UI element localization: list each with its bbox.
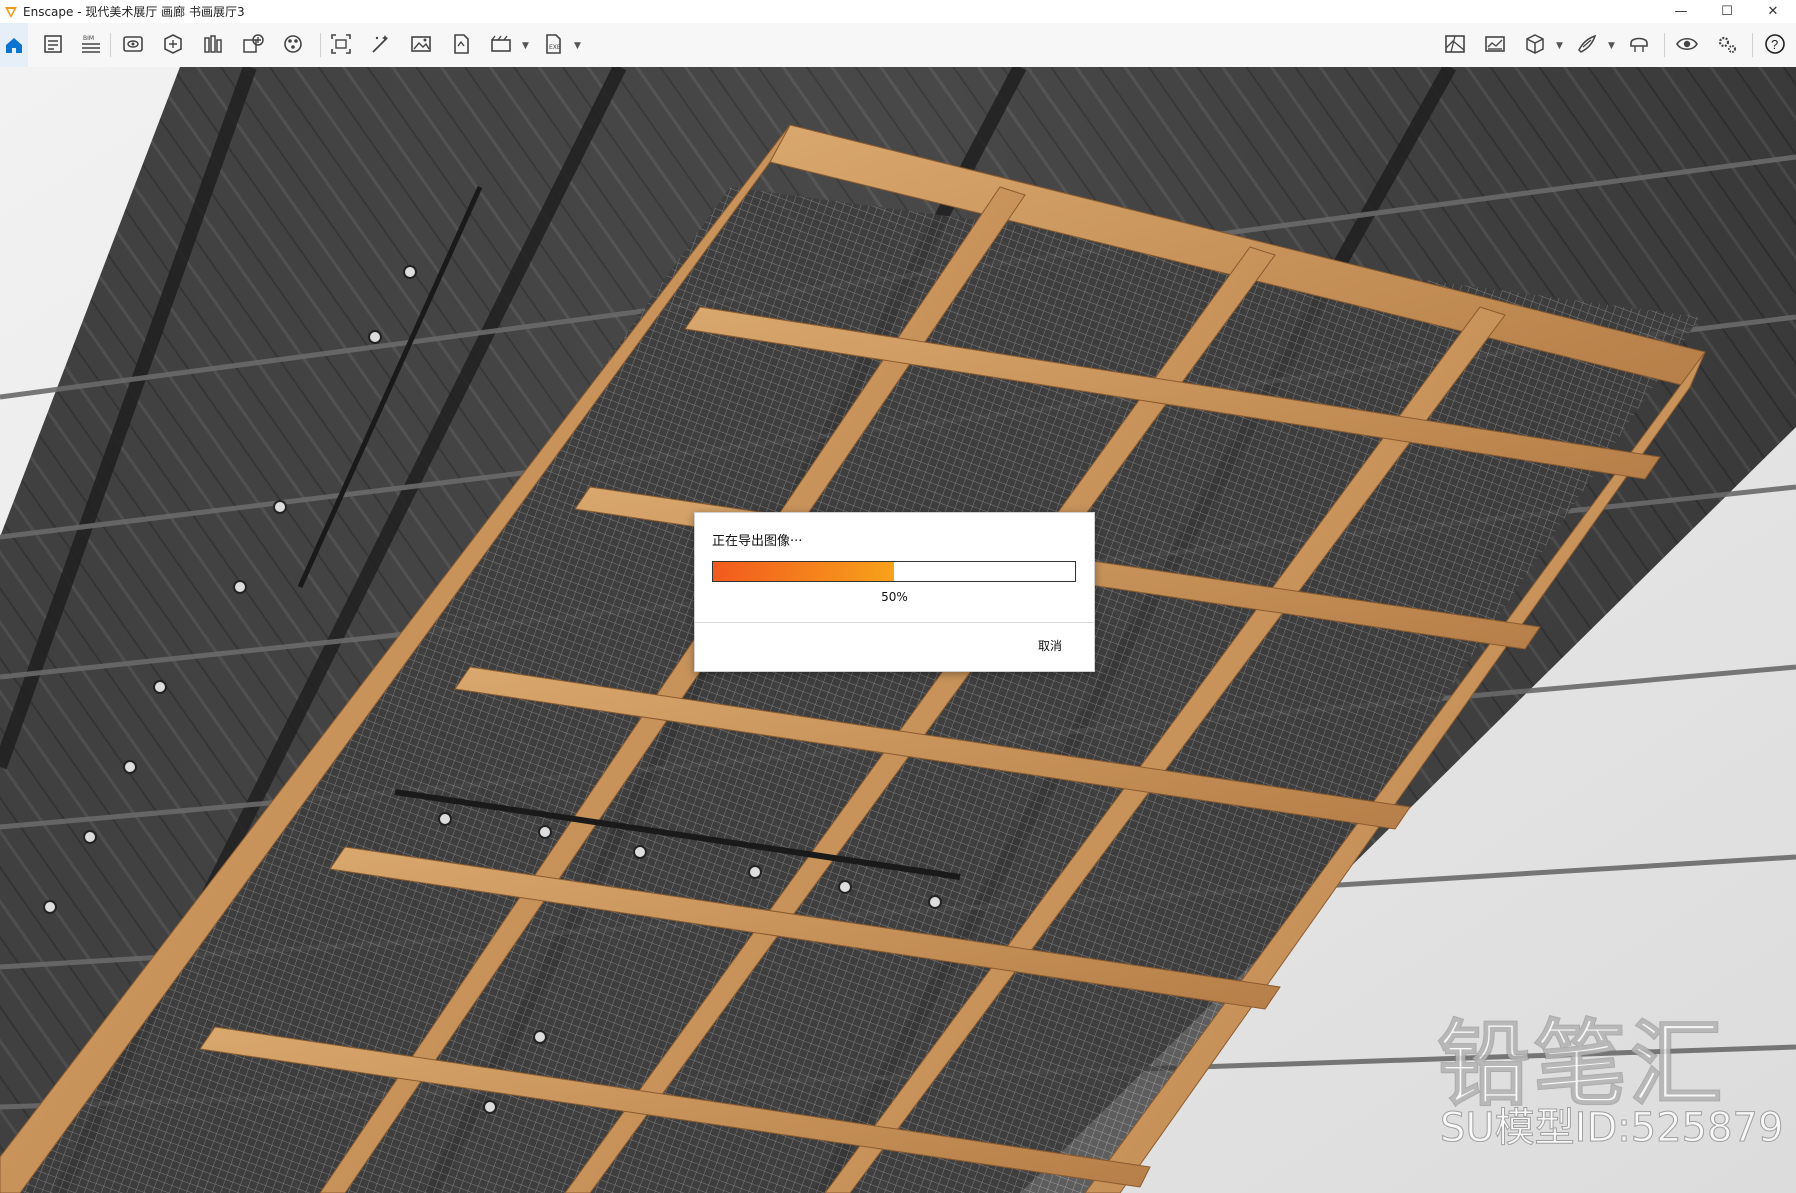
cube-view-icon: [1526, 34, 1544, 54]
chevron-down-icon[interactable]: ▼: [1556, 41, 1563, 51]
assets-button[interactable]: [158, 29, 188, 59]
export-image-dialog: 正在导出图像··· 50% 取消: [694, 512, 1095, 672]
window-titlebar: Enscape - 现代美术展厅 画廊 书画展厅3 — ☐ ✕: [0, 0, 1796, 23]
close-button[interactable]: ✕: [1750, 0, 1796, 23]
toolbar-separator: [1664, 33, 1665, 57]
video-button[interactable]: [486, 29, 516, 59]
help-button[interactable]: ?: [1760, 29, 1790, 59]
views-button[interactable]: [118, 29, 148, 59]
dialog-divider: [695, 622, 1094, 623]
atmosphere-button[interactable]: [1480, 29, 1510, 59]
project-settings-button[interactable]: [38, 29, 68, 59]
vr-icon: [1630, 37, 1648, 52]
export-button[interactable]: [446, 29, 476, 59]
home-button[interactable]: [0, 23, 28, 67]
atmosphere-icon: [1485, 36, 1505, 52]
visual-settings-button[interactable]: [1672, 29, 1702, 59]
screenshot-button[interactable]: [326, 29, 356, 59]
panorama-icon: [411, 36, 431, 52]
bim-badge: BIM: [83, 35, 94, 42]
maximize-button[interactable]: ☐: [1704, 0, 1750, 23]
model-id-watermark: SU模型ID:525879: [1439, 1105, 1784, 1152]
chevron-down-icon[interactable]: ▼: [574, 41, 581, 51]
enscape-logo-icon: [5, 6, 17, 18]
vr-button[interactable]: [1624, 29, 1654, 59]
chevron-down-icon[interactable]: ▼: [522, 41, 529, 51]
general-settings-icon: [1718, 36, 1736, 53]
exe-export-icon: EXE: [546, 34, 561, 54]
library-icon: [204, 35, 222, 53]
materials-button[interactable]: [278, 29, 308, 59]
toolbar-separator: [110, 33, 111, 57]
svg-text:EXE: EXE: [549, 44, 561, 51]
batch-render-button[interactable]: [366, 29, 396, 59]
general-settings-button[interactable]: [1712, 29, 1742, 59]
bim-icon: BIM: [82, 35, 100, 53]
main-toolbar: BIM ▼ EXE ▼ ▼ ▼ ?: [0, 23, 1796, 86]
mini-map-icon: [1445, 35, 1465, 53]
screenshot-icon: [331, 34, 351, 54]
add-asset-icon: [243, 34, 264, 53]
sketch-mode-icon: [1578, 34, 1597, 53]
export-progress-bar: [712, 561, 1076, 582]
panorama-button[interactable]: [406, 29, 436, 59]
sketch-mode-button[interactable]: [1572, 29, 1602, 59]
toolbar-separator: [1752, 33, 1753, 57]
help-icon: ?: [1765, 34, 1785, 54]
views-icon: [123, 36, 143, 52]
chevron-down-icon[interactable]: ▼: [1608, 41, 1615, 51]
toolbar-separator: [320, 33, 321, 57]
materials-icon: [284, 35, 302, 53]
bim-button[interactable]: BIM: [76, 29, 106, 59]
cube-view-button[interactable]: [1520, 29, 1550, 59]
project-settings-icon: [44, 35, 62, 53]
assets-icon: [164, 34, 182, 54]
library-button[interactable]: [198, 29, 228, 59]
home-icon: [6, 38, 22, 53]
add-asset-button[interactable]: [238, 29, 268, 59]
minimize-button[interactable]: —: [1658, 0, 1704, 23]
exe-export-button[interactable]: EXE: [538, 29, 568, 59]
window-title: Enscape - 现代美术展厅 画廊 书画展厅3: [23, 5, 245, 19]
cancel-button[interactable]: 取消: [1038, 637, 1062, 654]
batch-render-icon: [372, 35, 388, 53]
visual-settings-icon: [1676, 37, 1698, 51]
help-label: ?: [1771, 37, 1778, 52]
dialog-title: 正在导出图像···: [712, 534, 803, 549]
progress-percent-label: 50%: [881, 590, 908, 604]
mini-map-button[interactable]: [1440, 29, 1470, 59]
export-progress-fill: [713, 562, 894, 581]
video-icon: [491, 35, 511, 52]
export-icon: [454, 34, 469, 54]
